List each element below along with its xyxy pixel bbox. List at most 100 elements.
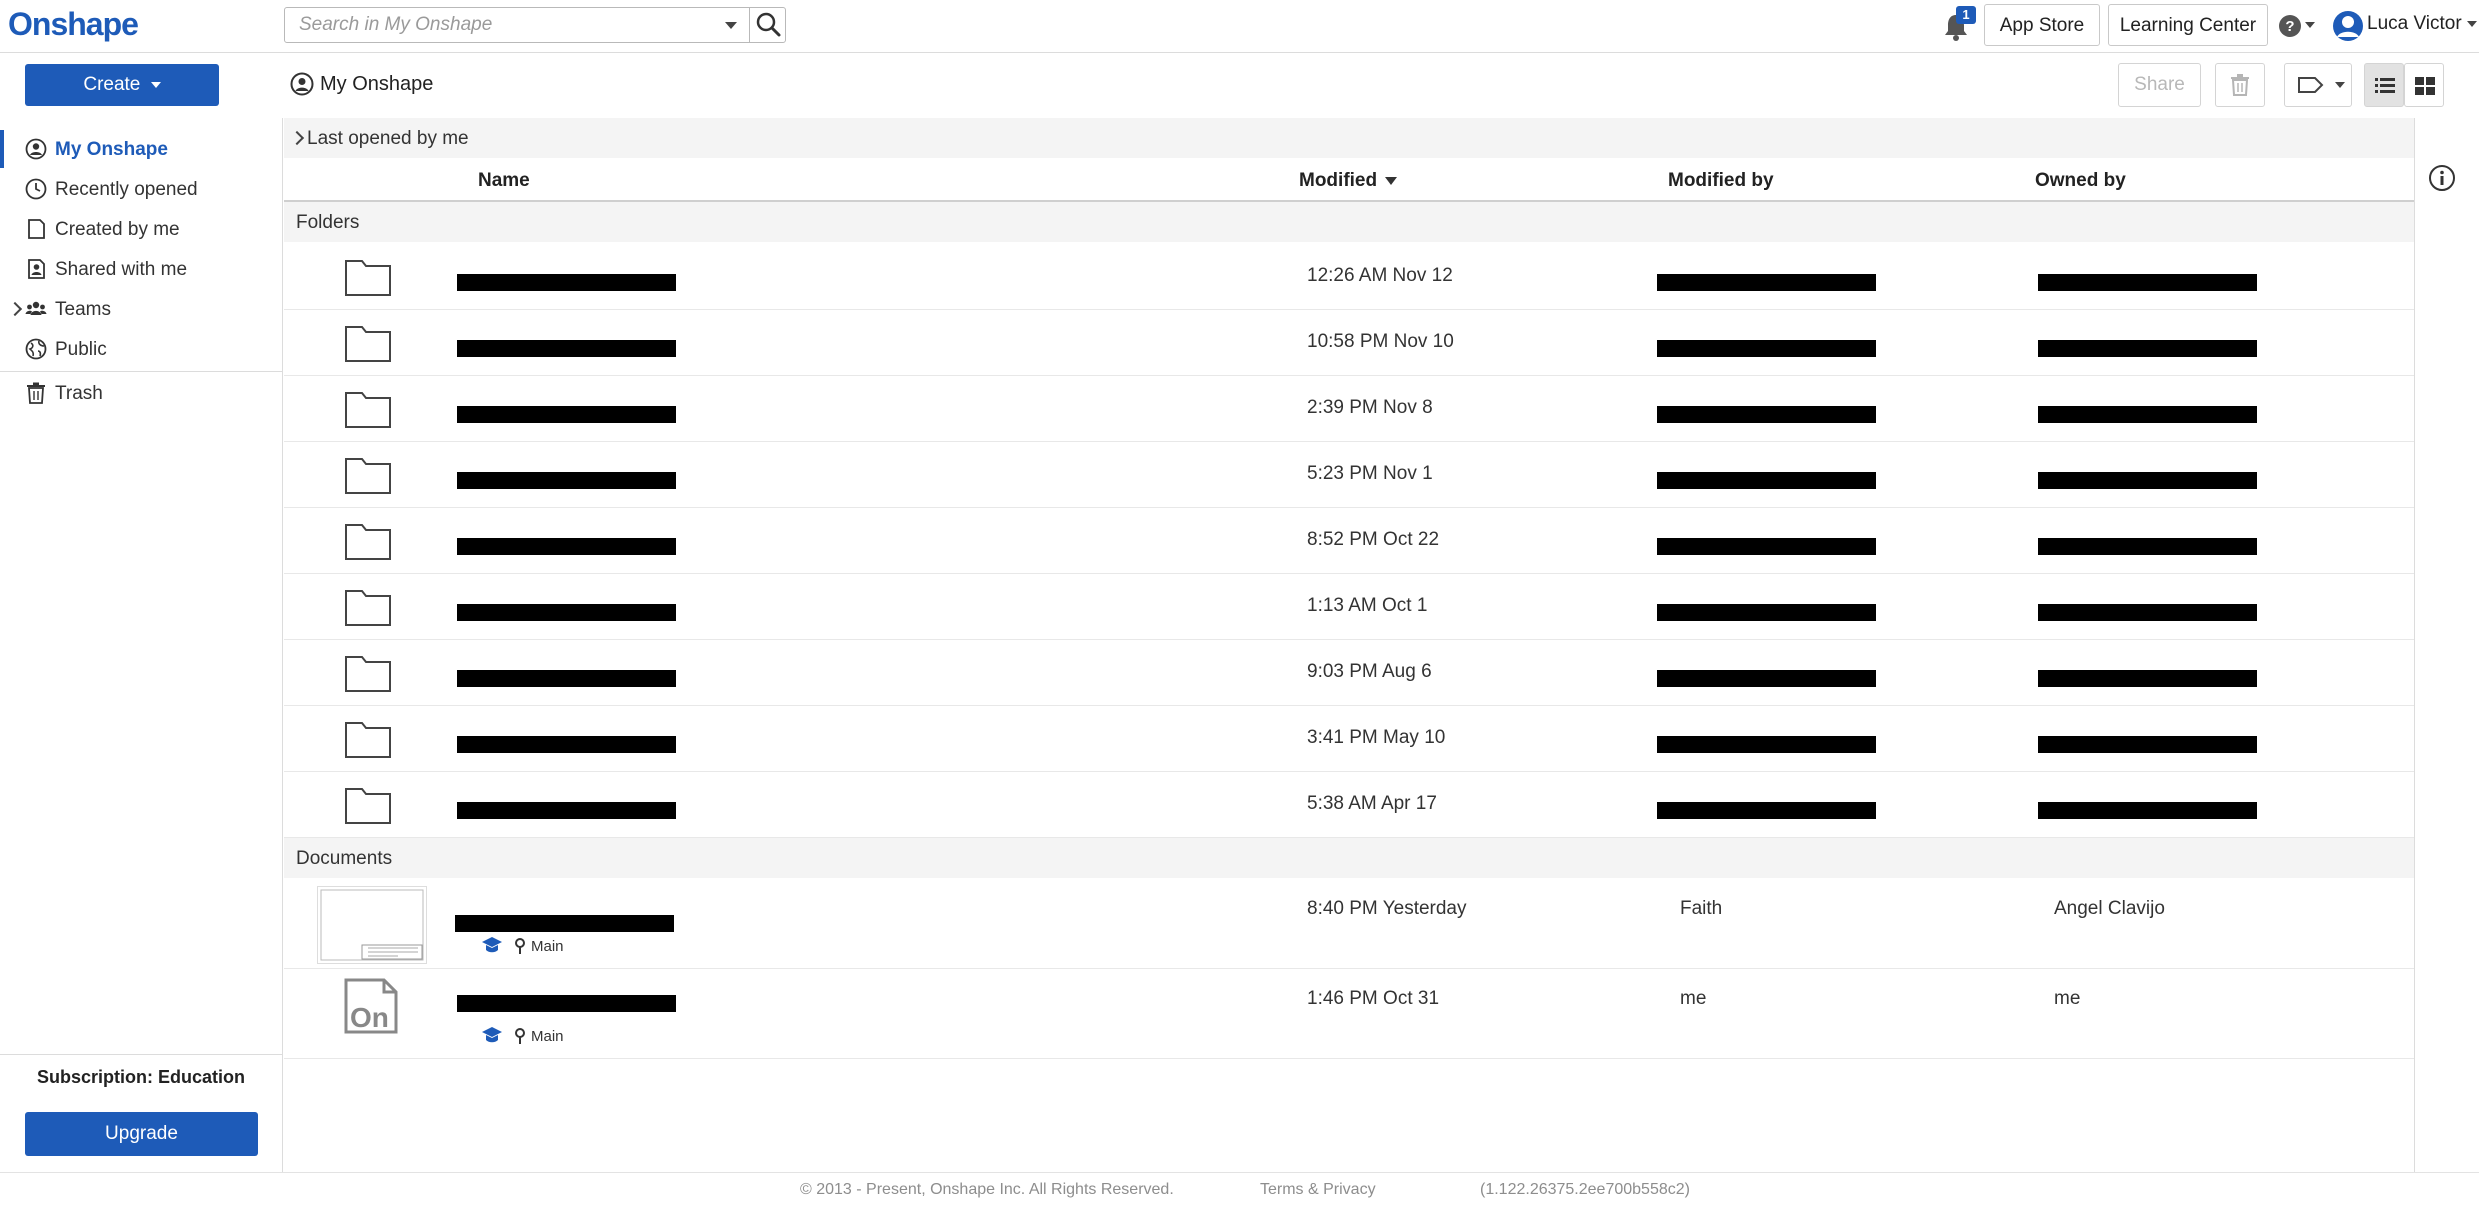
modified-date: 5:38 AM Apr 17	[1307, 793, 1437, 814]
user-menu[interactable]: Luca Victor	[2367, 13, 2477, 35]
search-icon	[756, 12, 781, 37]
column-header-modified[interactable]: Modified	[1299, 170, 1398, 192]
folder-icon	[345, 392, 391, 428]
divider	[0, 1054, 282, 1055]
modified-date: 10:58 PM Nov 10	[1307, 331, 1454, 352]
folder-icon	[345, 656, 391, 692]
redacted-owned-by	[2038, 274, 2257, 291]
redacted-name	[457, 472, 676, 489]
column-header-owned-by[interactable]: Owned by	[2035, 170, 2126, 192]
grid-view-button[interactable]	[2404, 63, 2444, 107]
sidebar: My Onshape Recently opened Created by me…	[0, 118, 283, 1172]
shared-user-icon	[28, 259, 45, 279]
redacted-modified-by	[1657, 736, 1876, 753]
sidebar-item-recently-opened[interactable]: Recently opened	[0, 170, 282, 208]
folder-icon	[345, 524, 391, 560]
redacted-name	[457, 802, 676, 819]
learning-center-button[interactable]: Learning Center	[2108, 4, 2268, 46]
table-row[interactable]: On Main 1:46 PM Oct 31 me me	[284, 968, 2414, 1059]
create-button[interactable]: Create	[25, 64, 219, 106]
table-row[interactable]: Main 8:40 PM Yesterday Faith Angel Clavi…	[284, 878, 2414, 969]
clock-icon	[25, 178, 47, 200]
search-input[interactable]	[285, 8, 740, 42]
table-row[interactable]: 5:38 AM Apr 17	[284, 771, 2414, 838]
last-opened-toggle[interactable]: Last opened by me	[284, 118, 2414, 158]
redacted-owned-by	[2038, 604, 2257, 621]
footer: © 2013 - Present, Onshape Inc. All Right…	[0, 1172, 2479, 1210]
folder-icon	[345, 260, 391, 296]
folders-section-header: Folders	[284, 202, 2414, 242]
table-row[interactable]: 9:03 PM Aug 6	[284, 639, 2414, 706]
sidebar-item-label: Trash	[55, 383, 103, 404]
folder-icon	[345, 722, 391, 758]
search-box	[284, 7, 786, 43]
divider	[0, 371, 282, 372]
user-circle-icon	[290, 72, 314, 96]
copyright-text: © 2013 - Present, Onshape Inc. All Right…	[800, 1181, 1174, 1198]
sidebar-item-teams[interactable]: Teams	[0, 290, 282, 328]
sidebar-item-public[interactable]: Public	[0, 330, 282, 368]
column-header-modified-by[interactable]: Modified by	[1668, 170, 1774, 192]
list-view-button[interactable]	[2364, 63, 2404, 107]
redacted-owned-by	[2038, 670, 2257, 687]
onshape-logo[interactable]: Onshape	[8, 6, 139, 43]
chevron-down-icon	[2466, 20, 2477, 27]
top-bar: Onshape 1 App Store Learning Center ? Lu…	[0, 0, 2479, 53]
documents-section-header: Documents	[284, 838, 2414, 878]
terms-privacy-link[interactable]: Terms & Privacy	[1260, 1181, 1376, 1199]
redacted-owned-by	[2038, 406, 2257, 423]
search-scope-dropdown[interactable]	[725, 22, 737, 29]
sidebar-item-label: Created by me	[55, 219, 180, 240]
modified-date: 3:41 PM May 10	[1307, 727, 1446, 748]
globe-icon	[25, 338, 47, 360]
sidebar-item-trash[interactable]: Trash	[0, 374, 282, 412]
redacted-name	[455, 915, 674, 932]
column-header-name[interactable]: Name	[478, 170, 530, 192]
chevron-right-icon	[289, 130, 305, 146]
redacted-modified-by	[1657, 538, 1876, 555]
sidebar-item-label: Shared with me	[55, 259, 188, 280]
trash-icon	[27, 382, 45, 404]
onshape-document-icon-text: On	[350, 1002, 389, 1033]
search-button[interactable]	[749, 7, 786, 43]
table-row[interactable]: 5:23 PM Nov 1	[284, 441, 2414, 508]
modified-date: 1:13 AM Oct 1	[1307, 595, 1428, 616]
delete-button[interactable]	[2215, 63, 2265, 107]
notification-count-badge: 1	[1956, 6, 1976, 24]
help-menu[interactable]: ?	[2278, 12, 2315, 42]
chevron-right-icon[interactable]	[7, 301, 23, 317]
chevron-down-icon	[150, 81, 161, 88]
help-icon: ?	[2279, 15, 2301, 37]
info-icon[interactable]	[2428, 164, 2456, 192]
drawing-thumbnail-image	[320, 889, 424, 961]
label-button[interactable]	[2284, 63, 2352, 107]
share-button[interactable]: Share	[2118, 63, 2201, 107]
redacted-name	[457, 670, 676, 687]
folder-icon	[345, 326, 391, 362]
folder-icon	[345, 458, 391, 494]
redacted-name	[457, 340, 676, 357]
version-text: (1.122.26375.2ee700b558c2)	[1480, 1181, 1690, 1198]
upgrade-button[interactable]: Upgrade	[25, 1112, 258, 1156]
user-avatar-icon[interactable]	[2332, 10, 2364, 42]
sidebar-item-shared-with-me[interactable]: Shared with me	[0, 250, 282, 288]
table-row[interactable]: 3:41 PM May 10	[284, 705, 2414, 772]
branch-pin-icon	[515, 1028, 525, 1044]
modified-by: Faith	[1680, 898, 1723, 919]
table-row[interactable]: 8:52 PM Oct 22	[284, 507, 2414, 574]
redacted-owned-by	[2038, 340, 2257, 357]
table-row[interactable]: 10:58 PM Nov 10	[284, 309, 2414, 376]
redacted-name	[457, 406, 676, 423]
sidebar-item-created-by-me[interactable]: Created by me	[0, 210, 282, 248]
tag-icon	[2298, 77, 2324, 93]
chevron-down-icon	[2305, 22, 2315, 28]
modified-date: 8:52 PM Oct 22	[1307, 529, 1440, 550]
sidebar-item-my-onshape[interactable]: My Onshape	[0, 130, 282, 168]
table-row[interactable]: 1:13 AM Oct 1	[284, 573, 2414, 640]
table-row[interactable]: 2:39 PM Nov 8	[284, 375, 2414, 442]
app-store-button[interactable]: App Store	[1984, 4, 2100, 46]
redacted-modified-by	[1657, 340, 1876, 357]
section-label: Documents	[296, 848, 393, 869]
table-row[interactable]: 12:26 AM Nov 12	[284, 243, 2414, 310]
document-icon	[28, 219, 45, 239]
